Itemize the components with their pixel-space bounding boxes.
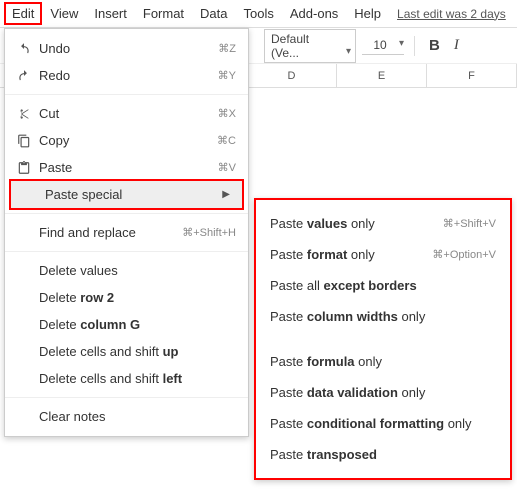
font-size-select[interactable]: 10 xyxy=(362,36,404,55)
paste-values-only[interactable]: Paste values only ⌘+Shift+V xyxy=(256,208,510,239)
undo-shortcut: ⌘Z xyxy=(218,42,236,55)
undo-icon xyxy=(17,42,39,56)
paste-shortcut: ⌘V xyxy=(218,161,236,174)
separator xyxy=(5,213,248,214)
menu-redo[interactable]: Redo ⌘Y xyxy=(5,62,248,89)
delete-row-label: Delete row 2 xyxy=(39,290,236,305)
paste-except-borders[interactable]: Paste all except borders xyxy=(256,270,510,301)
redo-label: Redo xyxy=(39,68,218,83)
menu-addons[interactable]: Add-ons xyxy=(282,2,346,25)
paste-data-validation[interactable]: Paste data validation only xyxy=(256,377,510,408)
copy-label: Copy xyxy=(39,133,217,148)
menu-find-replace[interactable]: Find and replace ⌘+Shift+H xyxy=(5,219,248,246)
paste-values-shortcut: ⌘+Shift+V xyxy=(443,217,496,230)
delete-col-label: Delete column G xyxy=(39,317,236,332)
undo-label: Undo xyxy=(39,41,218,56)
separator xyxy=(5,397,248,398)
paste-format-only[interactable]: Paste format only ⌘+Option+V xyxy=(256,239,510,270)
menu-paste[interactable]: Paste ⌘V xyxy=(5,154,248,181)
menu-copy[interactable]: Copy ⌘C xyxy=(5,127,248,154)
paste-transposed[interactable]: Paste transposed xyxy=(256,439,510,470)
copy-shortcut: ⌘C xyxy=(217,134,236,147)
menu-delete-values[interactable]: Delete values xyxy=(5,257,248,284)
delete-shift-left-label: Delete cells and shift left xyxy=(39,371,236,386)
paste-column-widths[interactable]: Paste column widths only xyxy=(256,301,510,332)
menu-format[interactable]: Format xyxy=(135,2,192,25)
delete-values-label: Delete values xyxy=(39,263,236,278)
paste-format-shortcut: ⌘+Option+V xyxy=(432,248,496,261)
redo-icon xyxy=(17,69,39,83)
separator xyxy=(5,94,248,95)
cut-label: Cut xyxy=(39,106,218,121)
menu-help[interactable]: Help xyxy=(346,2,389,25)
paste-label: Paste xyxy=(39,160,218,175)
paste-formula-only[interactable]: Paste formula only xyxy=(256,346,510,377)
menu-delete-shift-up[interactable]: Delete cells and shift up xyxy=(5,338,248,365)
menu-insert[interactable]: Insert xyxy=(86,2,135,25)
menu-cut[interactable]: Cut ⌘X xyxy=(5,100,248,127)
menu-delete-row[interactable]: Delete row 2 xyxy=(5,284,248,311)
find-replace-label: Find and replace xyxy=(39,225,182,240)
last-edit-link[interactable]: Last edit was 2 days xyxy=(397,7,506,21)
separator xyxy=(5,251,248,252)
menu-edit[interactable]: Edit xyxy=(4,2,42,25)
col-header-d[interactable]: D xyxy=(247,64,337,87)
paste-special-submenu: Paste values only ⌘+Shift+V Paste format… xyxy=(254,198,512,480)
menu-delete-column[interactable]: Delete column G xyxy=(5,311,248,338)
menubar: Edit View Insert Format Data Tools Add-o… xyxy=(0,0,517,28)
submenu-arrow-icon: ▶ xyxy=(222,189,230,200)
menu-undo[interactable]: Undo ⌘Z xyxy=(5,35,248,62)
menu-data[interactable]: Data xyxy=(192,2,235,25)
menu-delete-shift-left[interactable]: Delete cells and shift left xyxy=(5,365,248,392)
paste-special-label: Paste special xyxy=(45,187,216,202)
delete-shift-up-label: Delete cells and shift up xyxy=(39,344,236,359)
font-select[interactable]: Default (Ve... xyxy=(264,29,356,63)
menu-paste-special[interactable]: Paste special ▶ xyxy=(11,181,242,208)
italic-button[interactable]: I xyxy=(450,37,463,54)
submenu-gap xyxy=(256,332,510,346)
redo-shortcut: ⌘Y xyxy=(218,69,236,82)
paste-icon xyxy=(17,161,39,175)
menu-tools[interactable]: Tools xyxy=(236,2,282,25)
edit-dropdown: Undo ⌘Z Redo ⌘Y Cut ⌘X Copy ⌘C Paste ⌘V … xyxy=(4,28,249,437)
find-replace-shortcut: ⌘+Shift+H xyxy=(182,226,236,239)
col-header-f[interactable]: F xyxy=(427,64,517,87)
toolbar-divider xyxy=(414,36,415,56)
copy-icon xyxy=(17,134,39,148)
paste-conditional-formatting[interactable]: Paste conditional formatting only xyxy=(256,408,510,439)
cut-icon xyxy=(17,107,39,121)
menu-clear-notes[interactable]: Clear notes xyxy=(5,403,248,430)
cut-shortcut: ⌘X xyxy=(218,107,236,120)
col-header-e[interactable]: E xyxy=(337,64,427,87)
bold-button[interactable]: B xyxy=(425,37,444,54)
menu-view[interactable]: View xyxy=(42,2,86,25)
clear-notes-label: Clear notes xyxy=(39,409,236,424)
